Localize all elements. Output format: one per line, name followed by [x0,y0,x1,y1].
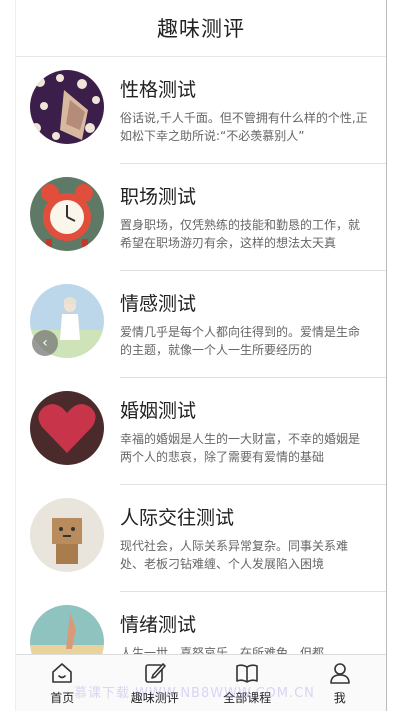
bottom-tab-bar: 首页 趣味测评 全部课程 我 慕课下载 WWW.NB8WWW.COM.CN [16,654,386,711]
tab-label: 我 [333,691,346,705]
item-title: 职场测试 [120,186,197,208]
item-description: 爱情几乎是每个人都向往得到的。爱情是生命的主题，就像一个人一生所要经历的 [120,325,361,357]
item-description: 幸福的婚姻是人生的一大财富，不幸的婚姻是两个人的悲哀，除了需要有爱情的基础 [120,432,361,464]
header: 趣味测评 [16,0,386,57]
list-item-social-test[interactable]: 人际交往测试 现代社会，人际关系异常复杂。同事关系难处、老板刁钻难缠、个人发展陷… [16,485,386,592]
personality-test-thumbnail [30,70,104,144]
list-item-mood-test[interactable]: 情绪测试 人生一世，喜怒哀乐，在所难免。但都 [16,592,386,655]
mood-test-thumbnail [30,605,104,655]
tab-label: 趣味测评 [130,691,179,705]
user-icon [329,663,350,684]
tab-label: 首页 [50,691,75,705]
page-title: 趣味测评 [157,17,245,41]
item-title: 性格测试 [120,79,197,101]
app-screen: 趣味测评 性格测试 俗话说,千人千面。但不管拥有什么样的个性,正如松下幸之助所说… [15,0,387,711]
list-item-emotion-test[interactable]: 情感测试 爱情几乎是每个人都向往得到的。爱情是生命的主题，就像一个人一生所要经历… [16,271,386,378]
tab-home[interactable]: 首页 [16,655,109,711]
item-title: 情绪测试 [120,614,197,636]
social-test-thumbnail [30,498,104,572]
home-icon [52,663,73,683]
item-description: 俗话说,千人千面。但不管拥有什么样的个性,正如松下幸之助所说:“不必羡慕别人” [120,111,368,143]
back-arrow-icon[interactable]: ‹ [32,330,58,356]
tab-fun-test[interactable]: 趣味测评 [109,655,202,711]
marriage-test-thumbnail [30,391,104,465]
book-icon [236,664,259,683]
tab-all-courses[interactable]: 全部课程 [201,655,294,711]
test-list: 性格测试 俗话说,千人千面。但不管拥有什么样的个性,正如松下幸之助所说:“不必羡… [16,57,386,655]
list-item-workplace-test[interactable]: 职场测试 置身职场，仅凭熟练的技能和勤恳的工作，就希望在职场游刃有余，这样的想法… [16,164,386,271]
list-item-personality-test[interactable]: 性格测试 俗话说,千人千面。但不管拥有什么样的个性,正如松下幸之助所说:“不必羡… [16,57,386,164]
tab-me[interactable]: 我 [294,655,387,711]
item-title: 情感测试 [120,293,197,315]
workplace-test-thumbnail [30,177,104,251]
list-item-marriage-test[interactable]: 婚姻测试 幸福的婚姻是人生的一大财富，不幸的婚姻是两个人的悲哀，除了需要有爱情的… [16,378,386,485]
item-title: 婚姻测试 [120,400,197,422]
item-title: 人际交往测试 [120,507,235,529]
item-description: 置身职场，仅凭熟练的技能和勤恳的工作，就希望在职场游刃有余，这样的想法太天真 [120,218,361,250]
tab-label: 全部课程 [223,691,272,705]
edit-icon [144,663,166,683]
item-description: 现代社会，人际关系异常复杂。同事关系难处、老板刁钻难缠、个人发展陷入困境 [120,539,349,571]
